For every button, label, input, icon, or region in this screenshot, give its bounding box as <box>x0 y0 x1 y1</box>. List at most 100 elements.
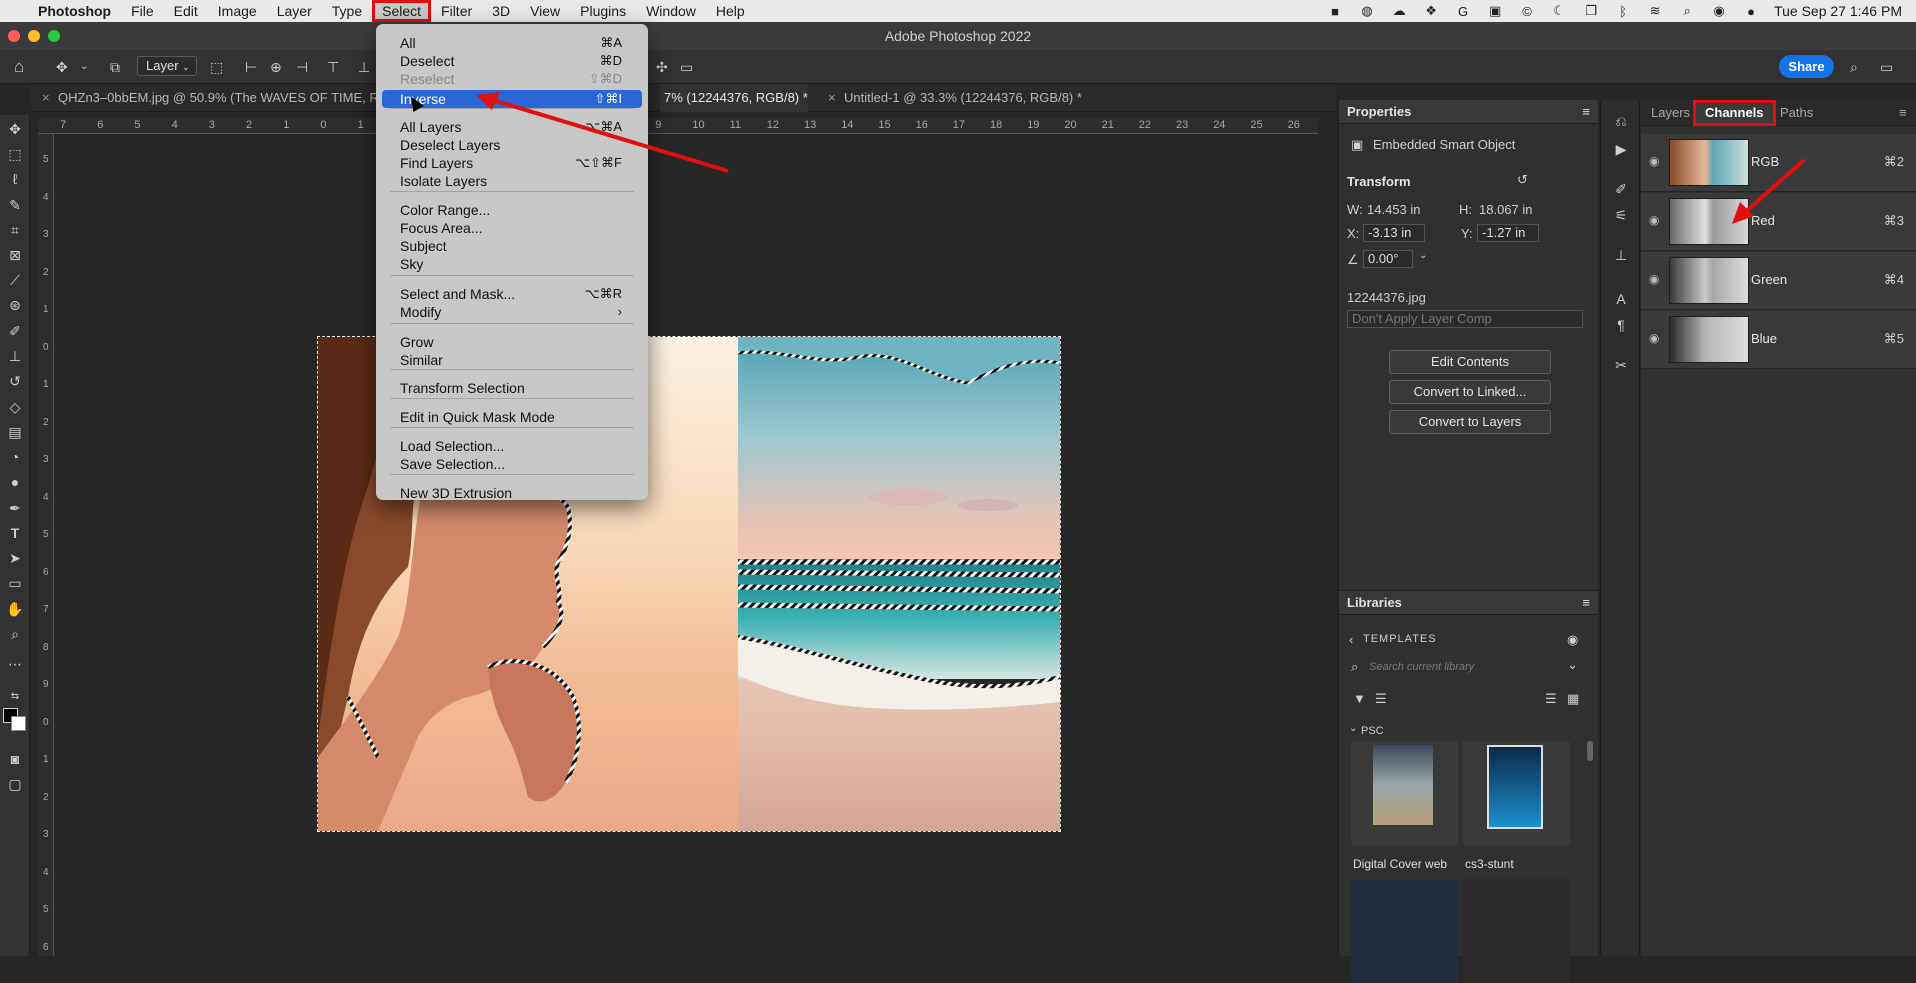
share-button[interactable]: Share <box>1779 55 1834 78</box>
screen-mode-icon[interactable]: ▢ <box>6 775 24 793</box>
spotlight-search-icon[interactable]: ⌕ <box>1678 3 1696 18</box>
h-value[interactable]: 18.067 in <box>1479 202 1533 217</box>
control-center-icon[interactable]: ◉ <box>1710 3 1728 18</box>
close-icon[interactable]: × <box>828 84 836 112</box>
adjustments-icon[interactable]: ⚟ <box>1612 206 1630 224</box>
pen-tool-icon[interactable]: ✒ <box>6 499 24 517</box>
menu-item-deselect[interactable]: Deselect ⌘D <box>382 52 642 70</box>
menu-filter[interactable]: Filter <box>431 0 482 22</box>
siri-icon[interactable]: ● <box>1742 4 1760 19</box>
quick-selection-tool-icon[interactable]: ✎ <box>6 196 24 214</box>
menu-file[interactable]: File <box>121 0 164 22</box>
tab-document-1[interactable]: × QHZn3–0bbEM.jpg @ 50.9% (The WAVES OF T… <box>40 84 379 112</box>
menu-item-similar[interactable]: Similar <box>382 351 642 369</box>
user-icon[interactable]: ◉ <box>1567 632 1578 648</box>
workspace-icon[interactable]: ▭ <box>1880 58 1893 76</box>
screens-icon[interactable]: ❐ <box>1582 3 1600 18</box>
bluetooth-icon[interactable]: ᛒ <box>1614 4 1632 19</box>
menu-item-all-layers[interactable]: All Layers ⌥⌘A <box>382 118 642 136</box>
back-chevron-icon[interactable]: ‹ <box>1349 632 1353 647</box>
tab-layers[interactable]: Layers <box>1651 100 1690 126</box>
swap-colors-icon[interactable]: ⇆ <box>6 688 24 706</box>
tab-document-3[interactable]: × Untitled-1 @ 33.3% (12244376, RGB/8) * <box>826 84 1082 112</box>
apple-menu-icon[interactable] <box>0 0 28 22</box>
menu-help[interactable]: Help <box>706 0 755 22</box>
close-icon[interactable]: × <box>42 84 50 112</box>
panel-menu-icon[interactable]: ≡ <box>1899 100 1907 126</box>
path-selection-tool-icon[interactable]: ➤ <box>6 549 24 567</box>
brush-tool-icon[interactable]: ✐ <box>6 322 24 340</box>
library-item-dji-phantom[interactable] <box>1351 879 1458 983</box>
menu-item-subject[interactable]: Subject <box>382 237 642 255</box>
menu-view[interactable]: View <box>520 0 570 22</box>
creative-cloud-icon[interactable]: ☁ <box>1390 3 1408 18</box>
move-tool-icon[interactable]: ✥ <box>56 58 68 76</box>
library-breadcrumb[interactable]: TEMPLATES <box>1363 633 1437 645</box>
minimize-window-button[interactable] <box>28 30 40 42</box>
align-center-icon[interactable]: ⊕ <box>270 58 282 76</box>
wifi-icon[interactable]: ≋ <box>1646 3 1664 18</box>
marquee-tool-icon[interactable]: ⬚ <box>6 145 24 163</box>
lasso-tool-icon[interactable]: ℓ <box>6 170 24 188</box>
character-icon[interactable]: A <box>1612 290 1630 308</box>
w-value[interactable]: 14.453 in <box>1367 202 1421 217</box>
tab-document-2[interactable]: 7% (12244376, RGB/8) * <box>660 84 808 112</box>
type-tool-icon[interactable]: T <box>6 524 24 542</box>
moon-icon[interactable]: ☾ <box>1550 3 1568 18</box>
blur-tool-icon[interactable]: ◔ <box>6 448 24 466</box>
chevron-down-icon[interactable]: ⌄ <box>1349 723 1357 734</box>
menu-item-focus-area[interactable]: Focus Area... <box>382 219 642 237</box>
menu-type[interactable]: Type <box>322 0 372 22</box>
menu-item-new-3d-extrusion[interactable]: New 3D Extrusion <box>382 484 642 502</box>
3d-mode-icon[interactable]: ✣ <box>656 58 668 76</box>
align-bottom-icon[interactable]: ⊥ <box>358 58 370 76</box>
menu-window[interactable]: Window <box>636 0 706 22</box>
eye-icon[interactable]: ◉ <box>1649 154 1665 168</box>
library-item-fashion-retouching[interactable] <box>1463 879 1570 983</box>
history-icon[interactable]: ⎌ <box>1612 112 1630 130</box>
convert-to-layers-button[interactable]: Convert to Layers <box>1389 410 1551 434</box>
auto-select-icon[interactable]: ⧉ <box>110 58 120 76</box>
menu-item-find-layers[interactable]: Find Layers ⌥⇧⌘F <box>382 154 642 172</box>
menu-item-load-selection[interactable]: Load Selection... <box>382 437 642 455</box>
x-position-field[interactable]: -3.13 in <box>1363 224 1425 242</box>
reset-transform-icon[interactable]: ↺ <box>1517 172 1528 188</box>
library-item-cs3-stunt[interactable] <box>1463 741 1570 845</box>
chevron-down-icon[interactable]: ⌄ <box>1419 250 1427 261</box>
menu-item-reselect[interactable]: Reselect ⇧⌘D <box>382 70 642 88</box>
tab-paths[interactable]: Paths <box>1780 100 1813 126</box>
menu-plugins[interactable]: Plugins <box>570 0 636 22</box>
list-view-icon[interactable]: ☰ <box>1545 691 1557 707</box>
search-icon[interactable]: ⌕ <box>1850 58 1858 76</box>
stamp-icon[interactable]: ⊥ <box>1612 246 1630 264</box>
channel-row-rgb[interactable]: ◉ RGB ⌘2 <box>1641 134 1916 192</box>
library-search-input[interactable]: Search current library <box>1369 661 1474 673</box>
eye-icon[interactable]: ◉ <box>1649 331 1665 345</box>
menu-item-select-and-mask[interactable]: Select and Mask... ⌥⌘R <box>382 285 642 303</box>
menu-photoshop[interactable]: Photoshop <box>28 0 121 22</box>
menu-item-isolate-layers[interactable]: Isolate Layers <box>382 172 642 190</box>
scrollbar[interactable] <box>1587 741 1593 761</box>
eraser-tool-icon[interactable]: ◇ <box>6 398 24 416</box>
align-right-icon[interactable]: ⊣ <box>296 58 308 76</box>
close-window-button[interactable] <box>8 30 20 42</box>
angle-field[interactable]: 0.00° <box>1363 250 1413 268</box>
hand-tool-icon[interactable]: ✋ <box>6 600 24 618</box>
menu-layer[interactable]: Layer <box>267 0 322 22</box>
grid-view-icon[interactable]: ▦ <box>1567 691 1579 707</box>
convert-to-linked-button[interactable]: Convert to Linked... <box>1389 380 1551 404</box>
rectangle-tool-icon[interactable]: ▭ <box>6 574 24 592</box>
channel-row-blue[interactable]: ◉ Blue ⌘5 <box>1641 311 1916 369</box>
filter-icon[interactable]: ▼ <box>1353 691 1366 706</box>
video-icon[interactable]: ▭ <box>680 58 693 76</box>
menu-item-sky[interactable]: Sky <box>382 255 642 273</box>
play-actions-icon[interactable]: ▶ <box>1612 140 1630 158</box>
menu-edit[interactable]: Edit <box>164 0 208 22</box>
zoom-tool-icon[interactable]: ⌕ <box>6 625 24 643</box>
menu-item-modify[interactable]: Modify › <box>382 303 642 321</box>
c-app-icon[interactable]: © <box>1518 4 1536 19</box>
zoom-window-button[interactable] <box>48 30 60 42</box>
chevron-down-icon[interactable]: ⌄ <box>1567 657 1578 673</box>
crop-tool-icon[interactable]: ⌗ <box>6 221 24 239</box>
menu-item-transform-selection[interactable]: Transform Selection <box>382 379 642 397</box>
